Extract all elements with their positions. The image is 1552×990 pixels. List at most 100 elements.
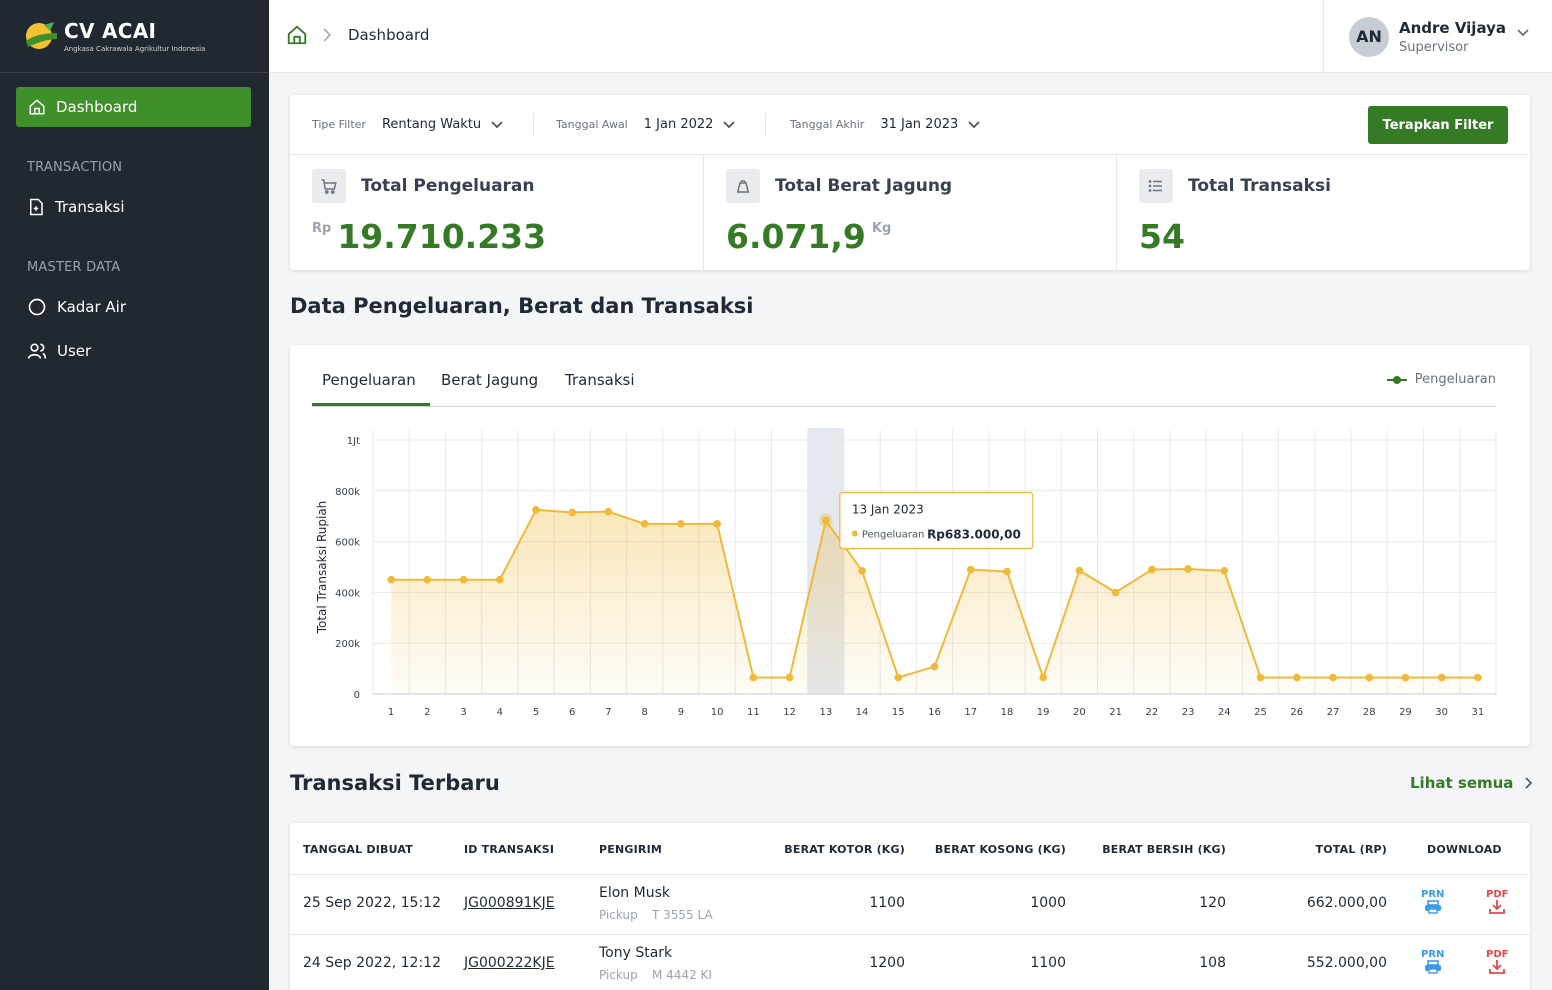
stat-value: Rp 19.710.233 <box>312 217 546 256</box>
filter-start-value: 1 Jan 2022 <box>643 117 714 132</box>
x-tick-label: 28 <box>1363 707 1376 718</box>
cell-net: 120 <box>1199 895 1226 911</box>
cell-vehicle-type: Pickup <box>599 908 638 922</box>
data-point <box>713 520 721 528</box>
divider <box>765 113 766 137</box>
sidebar-item-transaksi[interactable]: Transaksi <box>27 197 125 217</box>
x-tick-label: 7 <box>605 707 611 718</box>
x-tick-label: 19 <box>1037 707 1050 718</box>
sidebar-item-label: Kadar Air <box>57 298 127 316</box>
chart-card: Pengeluaran Berat Jagung Transaksi Penge… <box>290 345 1530 746</box>
tooltip-value: Rp683.000,00 <box>927 528 1021 542</box>
x-tick-label: 22 <box>1145 707 1158 718</box>
col-header-download: DOWNLOAD <box>1427 843 1502 856</box>
breadcrumb-current: Dashboard <box>348 26 430 44</box>
x-tick-label: 11 <box>747 707 760 718</box>
pdf-download-button[interactable]: PDF <box>1486 949 1508 974</box>
y-tick-label: 1Jt <box>347 436 360 447</box>
col-header-date: TANGGAL DIBUAT <box>303 843 413 856</box>
home-icon <box>29 99 45 115</box>
stat-title: Total Transaksi <box>1188 176 1331 196</box>
print-button[interactable]: PRN <box>1421 889 1444 914</box>
sidebar-item-kadar-air[interactable]: Kadar Air <box>27 297 126 317</box>
sidebar-item-user[interactable]: User <box>27 341 91 361</box>
summary-card: Tipe Filter Rentang Waktu Tanggal Awal 1… <box>290 95 1530 270</box>
apply-filter-button[interactable]: Terapkan Filter <box>1368 106 1508 144</box>
home-icon[interactable] <box>286 24 308 46</box>
x-tick-label: 8 <box>642 707 648 718</box>
x-tick-label: 21 <box>1109 707 1122 718</box>
data-point <box>495 575 504 584</box>
data-point <box>532 506 540 514</box>
data-point <box>1039 673 1047 682</box>
x-tick-label: 17 <box>964 707 977 718</box>
data-point <box>858 567 866 575</box>
filter-start-date[interactable]: Tanggal Awal 1 Jan 2022 <box>556 117 736 132</box>
expense-chart[interactable]: 0 200k 400k 600k 800k 1Jt Total Transaksi Rupi… <box>290 345 1530 746</box>
tooltip-series: Pengeluaran <box>862 530 925 541</box>
filter-start-label: Tanggal Awal <box>556 118 628 131</box>
cell-empty: 1100 <box>1030 955 1066 971</box>
divider <box>533 113 534 137</box>
data-point <box>1220 567 1229 575</box>
col-header-id: ID TRANSAKSI <box>464 843 555 856</box>
filter-end-date[interactable]: Tanggal Akhir 31 Jan 2023 <box>790 117 980 132</box>
sidebar-item-label: Dashboard <box>56 98 138 116</box>
see-all-link[interactable]: Lihat semua <box>1410 774 1533 792</box>
data-point <box>1003 567 1011 576</box>
chevron-down-icon[interactable] <box>1516 28 1530 38</box>
y-tick-label: 800k <box>335 487 360 498</box>
pdf-label: PDF <box>1486 949 1509 960</box>
x-tick-label: 27 <box>1327 707 1340 718</box>
cell-transaction-id[interactable]: JG000222KJE <box>464 955 555 971</box>
data-point <box>966 565 975 574</box>
cell-total: 662.000,00 <box>1306 895 1387 911</box>
filter-end-value: 31 Jan 2023 <box>880 117 959 132</box>
data-point <box>677 520 685 528</box>
x-tick-label: 2 <box>424 707 430 718</box>
brand[interactable]: CV ACAI Angkasa Cakrawala Agrikultur Ind… <box>0 0 269 73</box>
download-icon <box>1489 960 1506 974</box>
x-tick-label: 23 <box>1182 707 1195 718</box>
x-tick-label: 10 <box>711 707 724 718</box>
x-tick-label: 6 <box>569 707 575 718</box>
data-point <box>640 520 649 528</box>
data-point <box>568 508 577 517</box>
data-point <box>1111 588 1120 597</box>
y-tick-label: 0 <box>354 690 360 701</box>
x-tick-label: 26 <box>1290 707 1303 718</box>
x-tick-label: 29 <box>1399 707 1412 718</box>
data-point <box>1365 673 1374 682</box>
data-point <box>894 673 903 682</box>
x-tick-label: 3 <box>460 707 466 718</box>
data-point <box>604 507 613 516</box>
filter-bar: Tipe Filter Rentang Waktu Tanggal Awal 1… <box>290 95 1530 155</box>
col-header-gross: BERAT KOTOR (KG) <box>784 843 905 856</box>
sidebar-item-dashboard[interactable]: Dashboard <box>16 87 251 127</box>
user-menu[interactable]: AN Andre Vijaya Supervisor <box>1323 0 1552 73</box>
data-point <box>387 575 395 584</box>
sidebar: CV ACAI Angkasa Cakrawala Agrikultur Ind… <box>0 0 269 990</box>
brand-tagline: Angkasa Cakrawala Agrikultur Indonesia <box>64 44 206 53</box>
chevron-right-icon <box>1525 777 1533 789</box>
list-icon <box>1139 169 1173 203</box>
chevron-down-icon <box>491 120 503 128</box>
weight-icon <box>726 169 760 203</box>
data-point <box>1401 673 1410 682</box>
table-row: 25 Sep 2022, 15:12 JG000891KJE Elon Musk… <box>290 875 1530 935</box>
x-tick-label: 30 <box>1435 707 1448 718</box>
col-header-total: TOTAL (RP) <box>1315 843 1387 856</box>
data-point <box>749 673 758 682</box>
cell-total: 552.000,00 <box>1306 955 1387 971</box>
stat-total-pengeluaran: Total Pengeluaran Rp 19.710.233 <box>290 155 703 270</box>
x-tick-label: 5 <box>533 707 539 718</box>
x-tick-label: 18 <box>1001 707 1014 718</box>
chart-section-title: Data Pengeluaran, Berat dan Transaksi <box>290 294 754 318</box>
cell-transaction-id[interactable]: JG000891KJE <box>464 895 555 911</box>
print-button[interactable]: PRN <box>1421 949 1444 974</box>
data-point <box>785 673 794 682</box>
filter-type[interactable]: Tipe Filter Rentang Waktu <box>312 117 503 132</box>
stat-total-berat: Total Berat Jagung 6.071,9 Kg <box>703 155 1116 270</box>
pdf-download-button[interactable]: PDF <box>1486 889 1508 914</box>
data-point <box>1329 673 1337 682</box>
